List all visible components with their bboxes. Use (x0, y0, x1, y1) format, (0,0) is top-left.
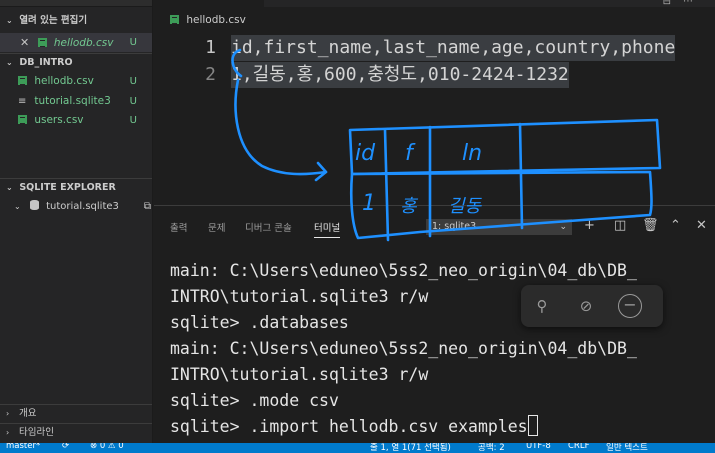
line-text: id,first_name,last_name,age,country,phon… (231, 35, 676, 61)
terminal-output-line: sqlite> .databases (170, 313, 349, 332)
code-line-1[interactable]: 1 id,first_name,last_name,age,country,ph… (154, 35, 715, 61)
folder-title: DB_INTRO (19, 57, 73, 68)
open-editors-header[interactable]: ⌄ 열려 있는 편집기 (0, 12, 152, 30)
database-icon (29, 200, 39, 210)
trash-icon[interactable]: 🗑 (642, 218, 659, 233)
chevron-down-icon: ⌄ (6, 16, 13, 25)
close-panel-icon[interactable]: ✕ (696, 218, 707, 233)
chevron-down-icon: ⌄ (6, 183, 13, 192)
terminal-output-line: INTRO\tutorial.sqlite3 r/w (170, 365, 429, 384)
editor-area: ⊟⋯ hellodb.csv 1 id,first_name,last_name… (154, 0, 715, 205)
timeline-title: 타임라인 (19, 427, 54, 438)
editor-tab-bar: ⊟⋯ (154, 0, 715, 7)
cursor-position[interactable]: 줄 1, 열 1(71 선택됨) (370, 443, 451, 453)
terminal-output-line: INTRO\tutorial.sqlite3 r/w (170, 287, 429, 306)
open-editor-file-name: hellodb.csv (53, 37, 114, 49)
more-actions-icon[interactable]: ⋯ (683, 0, 705, 7)
pin-icon[interactable]: ⚲ (530, 294, 554, 318)
file-item-tutorial-sqlite3[interactable]: ≡ tutorial.sqlite3 U (0, 92, 152, 111)
chevron-up-icon[interactable]: ⌃ (670, 218, 681, 233)
folder-header[interactable]: ⌄ DB_INTRO (0, 53, 152, 71)
file-name: users.csv (34, 114, 84, 126)
code-line-2[interactable]: 2 1,길동,홍,600,충청도,010-2424-1232 (154, 62, 715, 88)
close-icon[interactable]: ✕ (20, 36, 29, 49)
minus-circle-icon[interactable]: − (618, 294, 642, 318)
split-terminal-icon[interactable]: ◫ (614, 218, 626, 233)
csv-file-icon (170, 15, 179, 24)
sqlite-db-item[interactable]: ⌄ tutorial.sqlite3 ⧉ (0, 197, 152, 216)
mute-icon[interactable]: ⊘ (574, 294, 598, 318)
sqlite-db-name: tutorial.sqlite3 (46, 201, 119, 212)
tab-debug-console[interactable]: 디버그 콘솔 (245, 220, 292, 234)
tab-terminal[interactable]: 터미널 (314, 220, 341, 238)
editor-actions: ⊟⋯ (663, 0, 705, 7)
untracked-badge: U (129, 115, 137, 126)
explorer-sidebar: ⌄ 열려 있는 편집기 ✕ hellodb.csv U ⌄ DB_INTRO h… (0, 0, 153, 453)
terminal-output-line: sqlite> .mode csv (170, 391, 339, 410)
file-item-hellodb[interactable]: hellodb.csv U (0, 72, 152, 91)
csv-file-icon (18, 76, 27, 85)
timeline-header[interactable]: › 타임라인 (0, 423, 152, 441)
open-editor-item-hellodb[interactable]: ✕ hellodb.csv U (0, 33, 152, 52)
line-text: 1,길동,홍,600,충청도,010-2424-1232 (231, 62, 569, 88)
problems-indicator[interactable]: ⊗ 0 ⚠ 0 (90, 443, 124, 451)
file-name: tutorial.sqlite3 (34, 95, 111, 107)
chevron-down-icon: ⌄ (559, 222, 567, 232)
split-editor-icon[interactable]: ⊟ (663, 0, 683, 7)
file-item-users[interactable]: users.csv U (0, 111, 152, 130)
editor-tab[interactable] (154, 0, 264, 7)
branch-indicator[interactable]: master* (6, 443, 40, 451)
add-terminal-icon[interactable]: + (584, 218, 595, 233)
eol[interactable]: CRLF (568, 443, 589, 451)
terminal-select-value: 1: sqlite3 (432, 221, 477, 232)
encoding[interactable]: UTF-8 (526, 443, 551, 451)
untracked-badge: U (129, 37, 137, 48)
terminal-select[interactable]: 1: sqlite3 ⌄ (426, 219, 572, 235)
chevron-right-icon: › (6, 428, 10, 437)
chevron-right-icon: › (6, 409, 10, 418)
chevron-down-icon: ⌄ (14, 202, 21, 211)
line-number: 1 (205, 37, 216, 58)
outline-header[interactable]: › 개요 (0, 404, 152, 422)
file-name: hellodb.csv (34, 75, 94, 87)
line-number: 2 (205, 64, 216, 85)
sync-icon[interactable]: ⟳ (62, 443, 69, 451)
sqlite-explorer-title: SQLITE EXPLORER (19, 182, 116, 193)
chevron-down-icon: ⌄ (6, 58, 13, 67)
status-bar: master* ⟳ ⊗ 0 ⚠ 0 줄 1, 열 1(71 선택됨) 공백: 2… (0, 443, 715, 453)
csv-file-icon (18, 115, 27, 124)
terminal-output-line: main: C:\Users\eduneo\5ss2_neo_origin\04… (170, 261, 637, 280)
copy-icon[interactable]: ⧉ (144, 197, 151, 216)
terminal-cursor (527, 415, 538, 436)
floating-toolbar: ⚲ ⊘ − (521, 285, 663, 327)
breadcrumb-file: hellodb.csv (186, 14, 246, 26)
language-mode[interactable]: 일반 텍스트 (606, 443, 648, 453)
tab-problems[interactable]: 문제 (208, 220, 225, 234)
indentation[interactable]: 공백: 2 (478, 443, 505, 453)
untracked-badge: U (129, 76, 137, 87)
terminal-output-line: main: C:\Users\eduneo\5ss2_neo_origin\04… (170, 339, 637, 358)
untracked-badge: U (129, 96, 137, 107)
open-editors-title: 열려 있는 편집기 (19, 15, 88, 26)
tab-output[interactable]: 출력 (170, 220, 187, 234)
terminal-command: sqlite> .import hellodb.csv examples (170, 417, 528, 436)
terminal-input-line[interactable]: sqlite> .import hellodb.csv examples (170, 414, 538, 439)
outline-title: 개요 (19, 408, 37, 419)
csv-file-icon (37, 38, 47, 47)
sqlite-explorer-header[interactable]: ⌄ SQLITE EXPLORER (0, 178, 152, 196)
sqlite-file-icon: ≡ (18, 96, 27, 107)
breadcrumb[interactable]: hellodb.csv (170, 14, 246, 26)
sidebar-title-bar (0, 0, 152, 7)
